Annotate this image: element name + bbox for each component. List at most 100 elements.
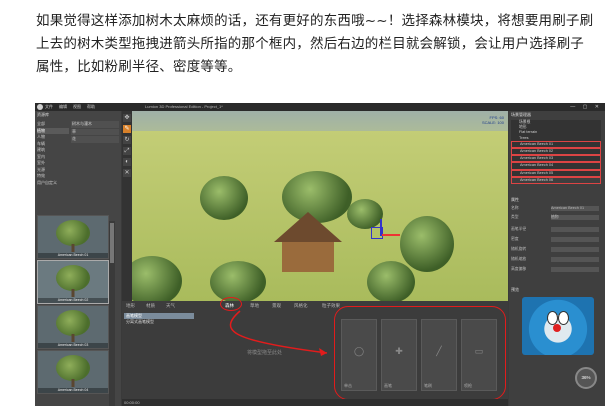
window-title: Lumion 3D Professional Edition - Project…	[145, 104, 223, 109]
tree-thumbnail[interactable]: American Beech 01	[37, 215, 109, 259]
layer-item[interactable]: American Beech 04	[511, 162, 601, 170]
prop-label: 随机缩放	[511, 257, 527, 261]
prop-row: 名称 American Beech 01	[511, 206, 601, 211]
preview-image	[522, 297, 594, 355]
scale-value: SCALE: 100	[481, 120, 504, 125]
category-list: 全部 植物 人物 车辆 建筑 室内 室外 光源 特效 用户自定义	[37, 121, 69, 186]
status-bar: 00:00:00	[122, 399, 508, 406]
trunk-shape	[71, 244, 75, 252]
menu-file[interactable]: 文件	[45, 103, 53, 111]
window-controls[interactable]: — ▢ ✕	[570, 103, 602, 111]
prop-row: 类型 植物	[511, 215, 601, 220]
drop-slot[interactable]: ╱ 笔刷	[421, 319, 457, 391]
prop-row: 画笔半径	[511, 227, 601, 232]
layer-item[interactable]: American Beech 01	[511, 140, 601, 149]
menu-view[interactable]: 视图	[73, 103, 81, 111]
scene-panel: 场景管理器 场景根 地形 Flat terrain Trees American…	[509, 111, 605, 406]
scale-slider[interactable]	[551, 257, 599, 262]
thumbnail-caption: American Beech 01	[38, 253, 108, 258]
rect-icon: ▭	[474, 346, 484, 356]
tree-canopy	[400, 216, 454, 272]
layer-item[interactable]: American Beech 06	[511, 176, 601, 185]
delete-icon[interactable]: ✕	[123, 169, 131, 177]
tree-icon	[56, 355, 90, 381]
trunk-shape	[71, 334, 75, 342]
performance-gauge: 36%	[575, 367, 597, 389]
rotate-icon[interactable]: ↻	[123, 136, 131, 144]
prop-field[interactable]: 植物	[551, 215, 599, 220]
drop-hint: 将模型拖至此处	[247, 350, 283, 356]
prop-label: 类型	[511, 215, 519, 219]
article-text: 如果觉得这样添加树木太麻烦的话，还有更好的东西哦~~！选择森林模块，将想要用刷子…	[36, 10, 606, 79]
article-line-1: 如果觉得这样添加树木太麻烦的话，还有更好的东西哦~~！选择森林模块，将想要用刷子…	[36, 13, 594, 29]
density-slider[interactable]	[551, 237, 599, 242]
prop-field[interactable]: American Beech 01	[551, 206, 599, 211]
scrollbar-thumb[interactable]	[110, 223, 114, 263]
gizmo-y-axis[interactable]	[380, 219, 382, 236]
line-icon: ╱	[436, 346, 442, 356]
library-scrollbar[interactable]	[109, 221, 115, 406]
article-line-2: 上去的树木类型拖拽进箭头所指的那个框内，然后右边的栏目就会解锁，会让用户选择刷子	[36, 36, 584, 52]
app-logo-icon	[37, 104, 43, 110]
article-line-3: 属性，比如粉刷半径、密度等等。	[36, 59, 242, 75]
status-time: 00:00:00	[124, 400, 140, 405]
drop-slot[interactable]: ✚ 画笔	[381, 319, 417, 391]
trunk-shape	[71, 379, 75, 387]
eye-shape	[558, 311, 569, 325]
drop-slot[interactable]: ▭ 喷枪	[461, 319, 497, 391]
drop-slot[interactable]: ◯ 单击	[341, 319, 377, 391]
bottom-panel: 地形 材质 天气 森林 草地 景观 风格化 粒子效果 画笔模型 分离式画笔模型 …	[122, 297, 508, 406]
tree-canopy	[367, 261, 415, 301]
slot-label: 喷枪	[464, 383, 472, 388]
tree-canopy	[200, 176, 248, 220]
tree-icon	[56, 265, 90, 291]
rotation-slider[interactable]	[551, 247, 599, 252]
gizmo-x-axis[interactable]	[380, 234, 400, 236]
thumbnail-caption: American Beech 02	[38, 298, 108, 303]
plus-icon: ✚	[395, 346, 403, 356]
category-item[interactable]: 用户自定义	[37, 180, 69, 187]
subcategory-item[interactable]: 树木与灌木	[71, 121, 119, 128]
layer-item[interactable]: American Beech 02	[511, 148, 601, 156]
library-tab[interactable]: 资源库	[37, 112, 49, 118]
tree-icon	[56, 220, 90, 246]
tree-canopy	[347, 199, 383, 229]
tree-icon	[56, 310, 90, 336]
3d-viewport[interactable]: FPS: 60 SCALE: 100	[132, 111, 508, 301]
thumbnail-caption: American Beech 03	[38, 343, 108, 348]
tree-canopy	[210, 261, 266, 301]
prop-label: 画笔半径	[511, 227, 527, 231]
layer-item[interactable]: American Beech 05	[511, 169, 601, 177]
scale-icon[interactable]: ⤢	[123, 147, 131, 155]
drop-slot-area: ◯ 单击 ✚ 画笔 ╱ 笔刷 ▭ 喷枪	[334, 306, 506, 400]
move-icon[interactable]: ✥	[123, 114, 131, 122]
slot-label: 画笔	[384, 383, 392, 388]
trunk-shape	[71, 289, 75, 297]
tree-thumbnail[interactable]: American Beech 04	[37, 350, 109, 394]
thumbnail-caption: American Beech 04	[38, 388, 108, 393]
library-panel: 资源库 全部 植物 人物 车辆 建筑 室内 室外 光源 特效 用户自定义 树木与…	[35, 111, 121, 406]
radius-slider[interactable]	[551, 227, 599, 232]
layer-item[interactable]: American Beech 03	[511, 155, 601, 163]
brush-icon[interactable]: ✎	[123, 125, 131, 133]
prop-label: 高度偏移	[511, 267, 527, 271]
tree-thumbnail[interactable]: American Beech 03	[37, 305, 109, 349]
offset-slider[interactable]	[551, 267, 599, 272]
menu-edit[interactable]: 编辑	[59, 103, 67, 111]
layer-list: 场景根 地形 Flat terrain Trees American Beech…	[511, 120, 601, 185]
subcategory-list: 树木与灌木 草 花	[71, 121, 119, 144]
prop-row: 高度偏移	[511, 267, 601, 272]
app-screenshot: 文件 编辑 视图 帮助 Lumion 3D Professional Editi…	[35, 103, 605, 406]
nose-shape	[553, 324, 561, 332]
prop-label: 随机旋转	[511, 247, 527, 251]
subcategory-item[interactable]: 草	[71, 128, 119, 135]
menu-help[interactable]: 帮助	[87, 103, 95, 111]
properties-title: 属性	[511, 197, 519, 202]
prop-label: 密度	[511, 237, 519, 241]
prop-row: 随机旋转	[511, 247, 601, 252]
house-roof	[274, 212, 342, 242]
subcategory-item[interactable]: 花	[71, 136, 119, 143]
preview-title: 预览	[511, 287, 519, 292]
paint-icon[interactable]: ◐	[123, 158, 131, 166]
tree-thumbnail-selected[interactable]: American Beech 02	[37, 260, 109, 304]
